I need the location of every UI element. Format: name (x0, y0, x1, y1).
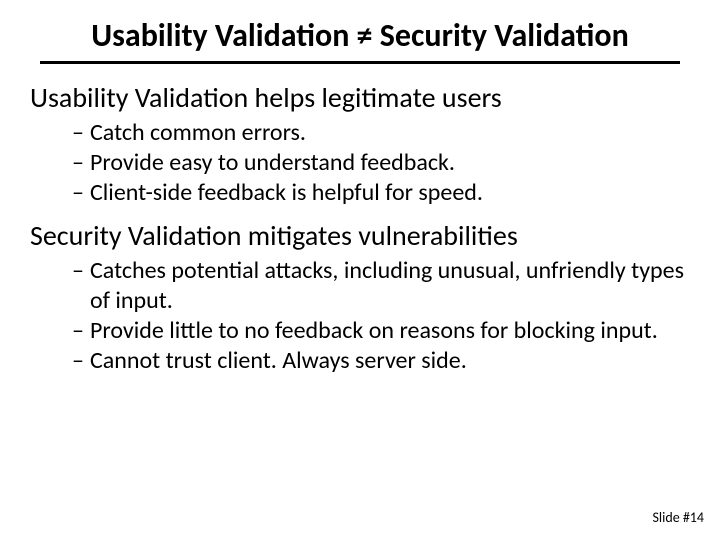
list-item: Cannot trust client. Always server side. (72, 346, 690, 376)
list-item: Catch common errors. (72, 118, 690, 148)
list-item: Provide easy to understand feedback. (72, 148, 690, 178)
list-item: Provide little to no feedback on reasons… (72, 316, 690, 346)
bullet-list-usability: Catch common errors. Provide easy to und… (30, 118, 690, 208)
section-heading-security: Security Validation mitigates vulnerabil… (30, 220, 690, 252)
slide-title: Usability Validation ≠ Security Validati… (30, 16, 690, 55)
slide: Usability Validation ≠ Security Validati… (0, 0, 720, 540)
slide-number: Slide #14 (652, 509, 704, 526)
list-item: Client-side feedback is helpful for spee… (72, 178, 690, 208)
title-underline (40, 61, 680, 64)
section-heading-usability: Usability Validation helps legitimate us… (30, 82, 690, 114)
list-item: Catches potential attacks, including unu… (72, 256, 690, 316)
bullet-list-security: Catches potential attacks, including unu… (30, 256, 690, 376)
